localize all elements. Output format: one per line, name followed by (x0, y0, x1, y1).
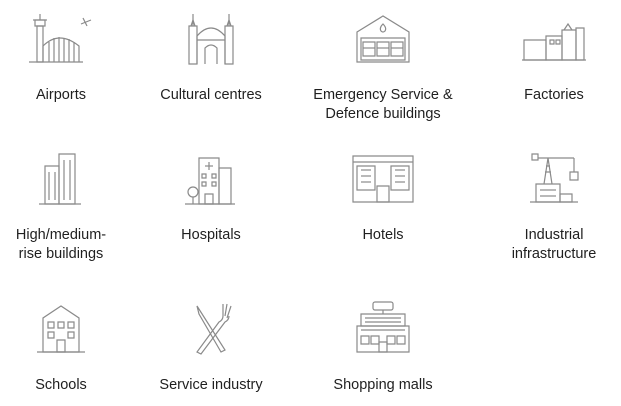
category-schools[interactable]: Schools (0, 300, 136, 395)
category-label: Emergency Service & Defence buildings (313, 87, 453, 122)
category-grid: Airports Cultural centres Emergency Serv… (0, 0, 621, 406)
hospital-icon (175, 150, 247, 206)
category-service-industry[interactable]: Service industry (136, 300, 286, 395)
industrial-crane-icon (518, 150, 590, 206)
fork-knife-icon (175, 300, 247, 356)
category-label: Cultural centres (160, 87, 262, 103)
airport-icon (25, 10, 97, 66)
category-hotels[interactable]: Hotels (308, 150, 458, 245)
category-label: Airports (36, 87, 86, 103)
hotel-icon (347, 150, 419, 206)
category-label: Factories (524, 87, 584, 103)
category-label: Schools (35, 377, 87, 393)
category-label: Service industry (159, 377, 263, 393)
category-airports[interactable]: Airports (0, 10, 136, 105)
school-icon (25, 300, 97, 356)
category-cultural-centres[interactable]: Cultural centres (136, 10, 286, 105)
cultural-centre-icon (175, 10, 247, 66)
category-hospitals[interactable]: Hospitals (136, 150, 286, 245)
category-industrial[interactable]: Industrial infrastructure (479, 150, 621, 264)
category-label: High/medium- rise buildings (15, 227, 107, 262)
category-shopping-malls[interactable]: Shopping malls (308, 300, 458, 395)
category-emergency-defence[interactable]: Emergency Service & Defence buildings (308, 10, 458, 124)
category-high-rise[interactable]: High/medium- rise buildings (0, 150, 136, 264)
factory-icon (518, 10, 590, 66)
category-label: Shopping malls (333, 377, 433, 393)
fire-station-icon (347, 10, 419, 66)
category-label: Industrial infrastructure (511, 227, 597, 262)
category-label: Hospitals (181, 227, 241, 243)
shopping-mall-icon (347, 300, 419, 356)
category-label: Hotels (362, 227, 404, 243)
category-factories[interactable]: Factories (479, 10, 621, 105)
high-rise-icon (25, 150, 97, 206)
